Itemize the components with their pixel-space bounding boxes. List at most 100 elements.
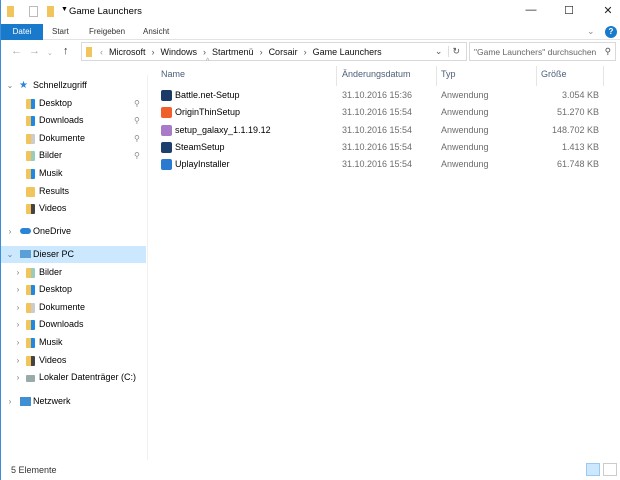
expand-chevron-icon[interactable]: › bbox=[13, 334, 23, 351]
folder-icon bbox=[26, 204, 35, 215]
sidebar-item-quick-access[interactable]: ⌄ ★ Schnellzugriff bbox=[1, 77, 146, 94]
sidebar-item-musik[interactable]: › Musik bbox=[1, 334, 146, 351]
address-bar[interactable]: ‹ Microsoft › Windows › Startmenü › Corsair… bbox=[81, 42, 467, 61]
application-icon bbox=[161, 159, 172, 171]
breadcrumb-corsair[interactable]: Corsair bbox=[269, 47, 298, 57]
application-icon bbox=[161, 141, 172, 153]
file-row[interactable]: Battle.net-Setup 31.10.2016 15:36 Anwend… bbox=[159, 87, 599, 104]
sidebar-label: Videos bbox=[39, 354, 67, 365]
breadcrumb-microsoft[interactable]: Microsoft bbox=[109, 47, 146, 57]
breadcrumb-game-launchers[interactable]: Game Launchers bbox=[313, 47, 382, 57]
sidebar-item-onedrive[interactable]: › OneDrive bbox=[1, 223, 146, 240]
expand-chevron-icon[interactable]: › bbox=[13, 352, 23, 369]
file-row[interactable]: setup_galaxy_1.1.19.12 31.10.2016 15:54 … bbox=[159, 122, 599, 139]
maximize-button[interactable]: ☐ bbox=[559, 4, 579, 20]
sidebar-item-musik[interactable]: Musik bbox=[1, 165, 146, 182]
title-bar: ▼ Game Launchers — ☐ ✕ bbox=[1, 0, 620, 24]
sidebar-item-this-pc[interactable]: ⌄ Dieser PC bbox=[1, 246, 146, 263]
breadcrumb-startmenu[interactable]: Startmenü bbox=[212, 47, 254, 57]
minimize-button[interactable]: — bbox=[521, 4, 541, 20]
new-folder-icon[interactable] bbox=[47, 6, 54, 17]
folder-icon bbox=[26, 337, 35, 348]
breadcrumb-windows[interactable]: Windows bbox=[161, 47, 198, 57]
tab-datei[interactable]: Datei bbox=[1, 24, 43, 40]
back-button[interactable]: ← bbox=[11, 45, 22, 57]
sidebar-item-dokumente[interactable]: Dokumente ⚲ bbox=[1, 130, 146, 147]
expand-chevron-icon[interactable]: › bbox=[13, 264, 23, 281]
expand-ribbon-icon[interactable]: ⌄ bbox=[587, 26, 595, 37]
pin-icon[interactable]: ⚲ bbox=[134, 130, 140, 147]
sidebar-label: Downloads bbox=[39, 319, 84, 330]
expand-chevron-icon[interactable]: › bbox=[13, 299, 23, 316]
tab-ansicht[interactable]: Ansicht bbox=[137, 24, 175, 40]
pin-icon[interactable]: ⚲ bbox=[134, 95, 140, 112]
search-input[interactable]: "Game Launchers" durchsuchen ⚲ bbox=[469, 42, 616, 61]
folder-icon bbox=[26, 151, 35, 162]
sidebar-item-downloads[interactable]: › Downloads bbox=[1, 316, 146, 333]
help-button[interactable]: ? bbox=[605, 26, 617, 38]
sidebar-item-desktop[interactable]: › Desktop bbox=[1, 281, 146, 298]
sidebar-item-videos[interactable]: › Videos bbox=[1, 352, 146, 369]
sidebar-label: Downloads bbox=[39, 115, 84, 126]
column-header-date[interactable]: Änderungsdatum bbox=[342, 66, 411, 82]
expand-chevron-icon[interactable]: › bbox=[13, 316, 23, 333]
sidebar-label: Lokaler Datenträger (C:) bbox=[39, 372, 137, 383]
refresh-icon[interactable]: ↻ bbox=[448, 46, 460, 57]
file-date: 31.10.2016 15:36 bbox=[342, 90, 413, 100]
sidebar-item-lokaler-datentr-ger-c-[interactable]: › Lokaler Datenträger (C:) bbox=[1, 369, 146, 386]
column-header-name[interactable]: Name bbox=[161, 66, 185, 82]
sidebar-item-desktop[interactable]: Desktop ⚲ bbox=[1, 95, 146, 112]
expand-chevron-icon[interactable]: › bbox=[13, 369, 23, 386]
expand-chevron-icon[interactable]: › bbox=[13, 281, 23, 298]
column-divider[interactable] bbox=[603, 66, 604, 86]
file-row[interactable]: OriginThinSetup 31.10.2016 15:54 Anwendu… bbox=[159, 104, 599, 121]
details-view-button[interactable] bbox=[586, 463, 600, 476]
star-icon: ★ bbox=[19, 80, 28, 91]
recent-locations-icon[interactable]: ⌄ bbox=[47, 49, 53, 57]
navigation-pane: ⌄ ★ Schnellzugriff Desktop ⚲ Downloads ⚲ Dok… bbox=[1, 75, 148, 460]
folder-icon bbox=[26, 168, 35, 179]
quick-access-dropdown-icon[interactable]: ▼ bbox=[61, 6, 68, 13]
forward-button[interactable]: → bbox=[29, 45, 40, 57]
column-divider[interactable] bbox=[536, 66, 537, 86]
column-divider[interactable] bbox=[436, 66, 437, 86]
file-type: Anwendung bbox=[441, 124, 489, 135]
large-icons-view-button[interactable] bbox=[603, 463, 617, 476]
file-row[interactable]: UplayInstaller 31.10.2016 15:54 Anwendun… bbox=[159, 156, 599, 173]
file-size: 148.702 KB bbox=[551, 124, 599, 135]
sidebar-item-bilder[interactable]: › Bilder bbox=[1, 264, 146, 281]
folder-icon bbox=[7, 6, 14, 17]
address-dropdown-icon[interactable]: ⌄ bbox=[435, 46, 443, 57]
sort-ascending-icon: ^ bbox=[206, 58, 210, 65]
tab-freigeben[interactable]: Freigeben bbox=[83, 24, 131, 40]
pin-icon[interactable]: ⚲ bbox=[134, 112, 140, 129]
sidebar-label: Musik bbox=[39, 336, 63, 347]
up-button[interactable]: ↑ bbox=[63, 45, 69, 57]
sidebar-label: Musik bbox=[39, 167, 63, 178]
sidebar-item-dokumente[interactable]: › Dokumente bbox=[1, 299, 146, 316]
sidebar-item-downloads[interactable]: Downloads ⚲ bbox=[1, 112, 146, 129]
folder-icon bbox=[26, 267, 35, 278]
column-header-type[interactable]: Typ bbox=[441, 66, 456, 82]
sidebar-label: Results bbox=[39, 185, 70, 196]
sidebar-item-bilder[interactable]: Bilder ⚲ bbox=[1, 147, 146, 164]
pin-icon[interactable]: ⚲ bbox=[134, 147, 140, 164]
column-divider[interactable] bbox=[336, 66, 337, 86]
file-date: 31.10.2016 15:54 bbox=[342, 141, 413, 152]
file-size: 51.270 KB bbox=[556, 107, 599, 118]
sidebar-item-videos[interactable]: Videos bbox=[1, 200, 146, 217]
file-name: Battle.net-Setup bbox=[175, 90, 240, 100]
file-type: Anwendung bbox=[441, 107, 489, 118]
properties-icon[interactable] bbox=[29, 6, 38, 17]
folder-icon bbox=[26, 320, 35, 331]
sidebar-item-results[interactable]: Results bbox=[1, 183, 146, 200]
ribbon-tabs: Datei Start Freigeben Ansicht ⌄ ? bbox=[1, 24, 620, 40]
file-row[interactable]: SteamSetup 31.10.2016 15:54 Anwendung 1.… bbox=[159, 139, 599, 156]
close-button[interactable]: ✕ bbox=[598, 4, 618, 20]
tab-start[interactable]: Start bbox=[46, 24, 75, 40]
folder-icon bbox=[26, 133, 35, 144]
file-name: setup_galaxy_1.1.19.12 bbox=[175, 124, 271, 135]
column-header-size[interactable]: Größe bbox=[541, 66, 567, 82]
file-size: 3.054 KB bbox=[561, 90, 599, 100]
sidebar-item-network[interactable]: › Netzwerk bbox=[1, 393, 146, 410]
